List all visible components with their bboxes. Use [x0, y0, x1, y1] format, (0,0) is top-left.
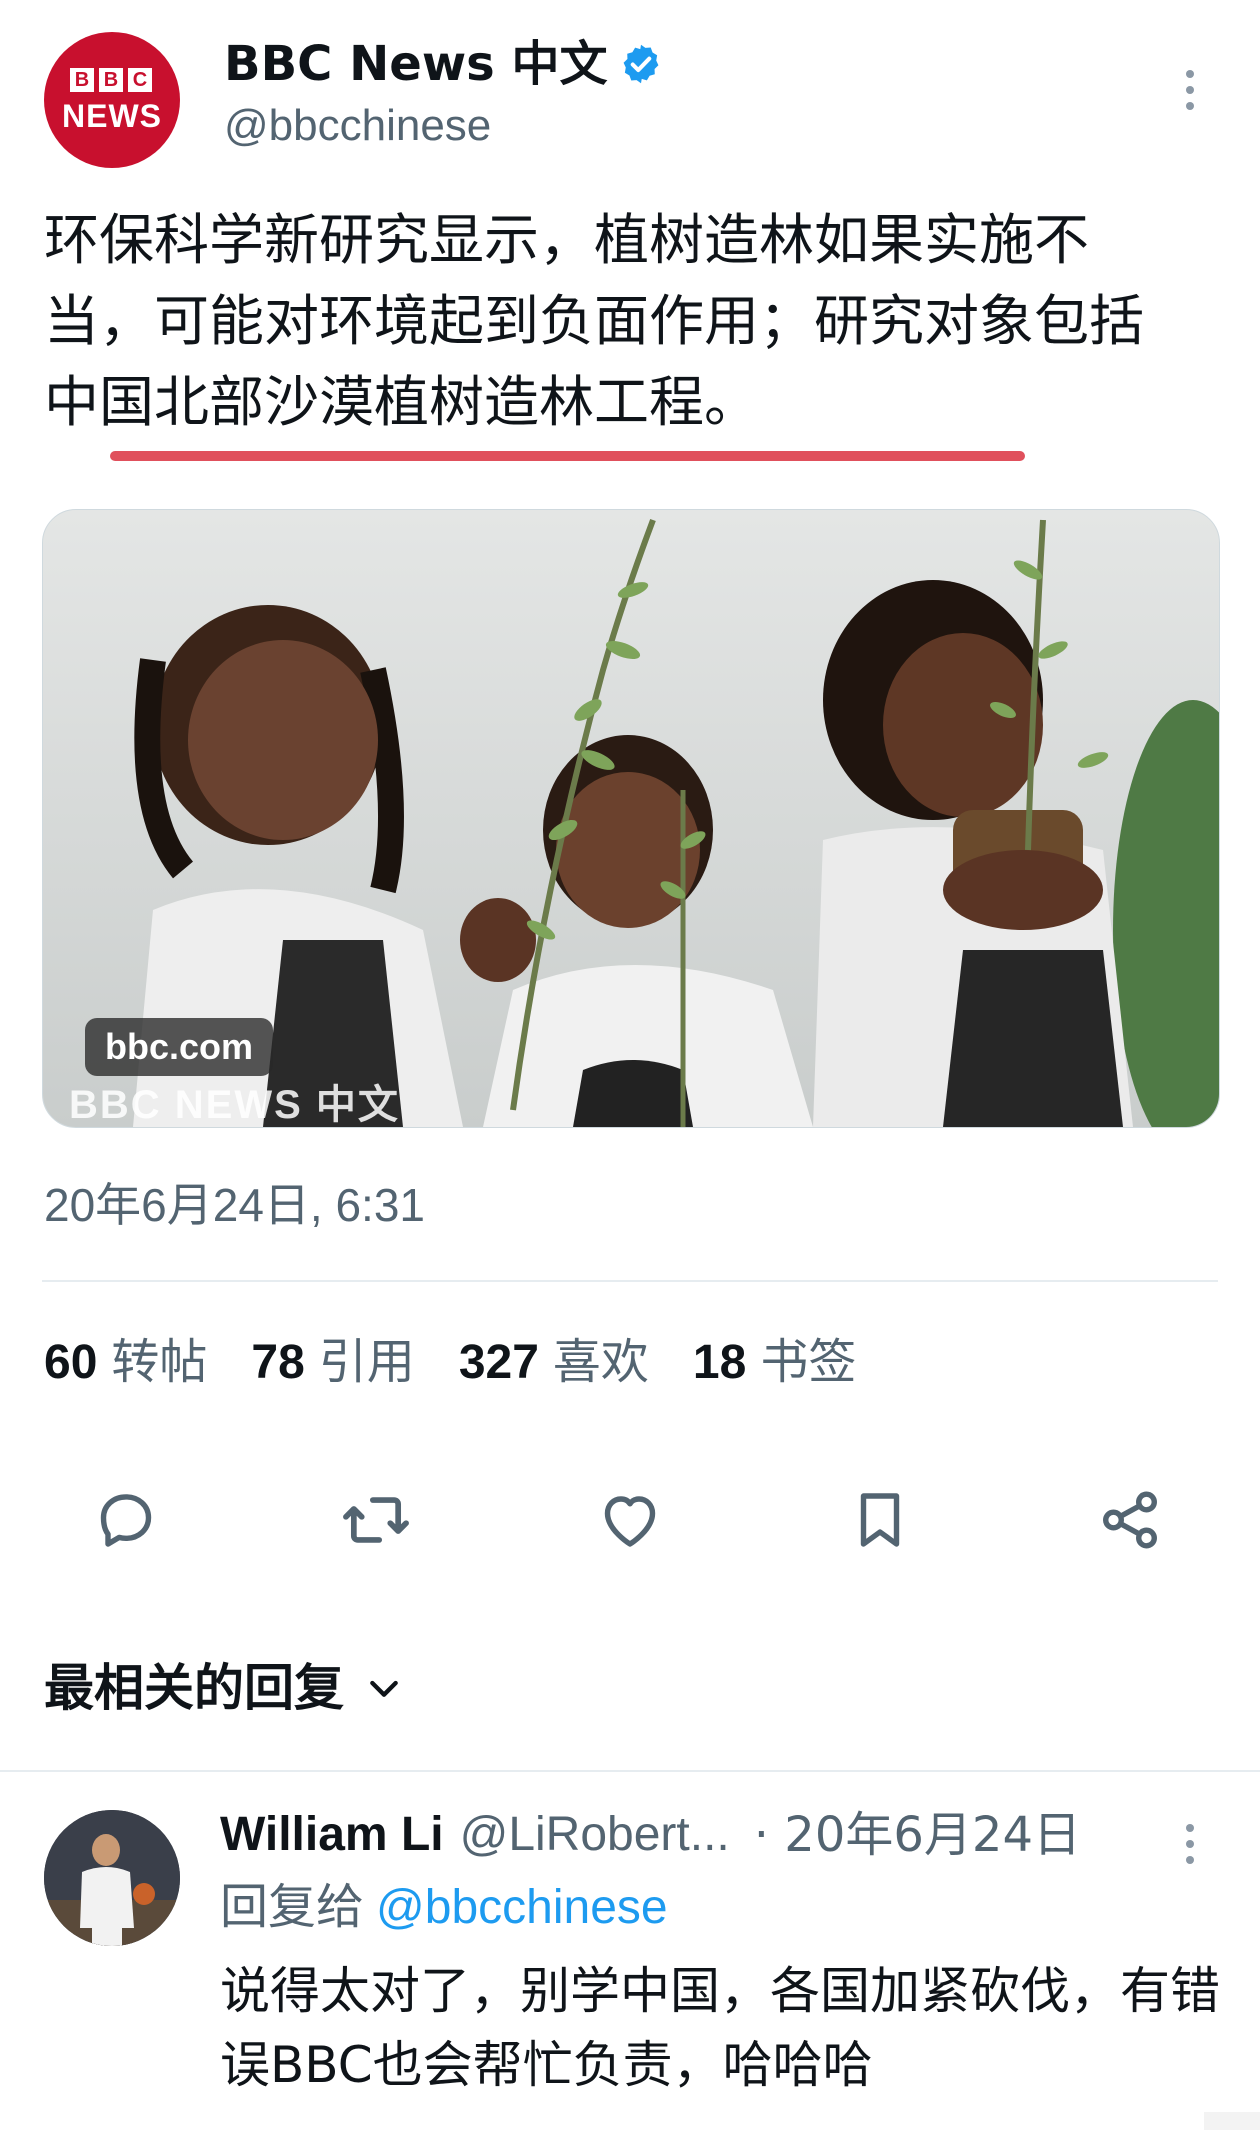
- author-handle[interactable]: @bbcchinese: [224, 98, 491, 154]
- reply-to-label: 回复给: [220, 1879, 365, 1935]
- stat-retweets[interactable]: 60 转帖: [44, 1332, 207, 1393]
- bbc-logo-word: NEWS: [62, 98, 162, 134]
- chevron-down-icon: [370, 1680, 398, 1697]
- stat-bookmarks[interactable]: 18 书签: [693, 1332, 856, 1393]
- author-avatar[interactable]: B B C NEWS: [44, 32, 180, 168]
- reply-date[interactable]: · 20年6月24日: [754, 1804, 1081, 1866]
- reply-icon: [100, 1494, 152, 1547]
- media-source-badge[interactable]: bbc.com: [85, 1018, 274, 1076]
- bbc-letter: B: [70, 68, 94, 92]
- highlight-underline: [110, 451, 1025, 461]
- tweet-timestamp[interactable]: 20年6月24日, 6:31: [44, 1176, 425, 1234]
- reply-to-line: 回复给 @bbcchinese: [220, 1876, 668, 1939]
- replies-sort-label: 最相关的回复: [44, 1659, 344, 1717]
- like-icon: [604, 1496, 656, 1547]
- share-button[interactable]: [1090, 1480, 1170, 1560]
- engagement-stats: 60 转帖 78 引用 327 喜欢 18 书签: [44, 1332, 856, 1393]
- media-watermark: BBC NEWS 中文: [69, 1083, 400, 1127]
- bbc-letter: B: [99, 68, 123, 92]
- reply-author-handle[interactable]: @LiRobert...: [460, 1804, 730, 1866]
- reply-author-name[interactable]: William Li: [220, 1804, 444, 1866]
- verified-badge-icon: [624, 44, 659, 84]
- bookmark-button[interactable]: [840, 1480, 920, 1560]
- action-bar: [0, 1480, 1260, 1560]
- stat-quotes[interactable]: 78 引用: [251, 1332, 414, 1393]
- corner-artifact: [1204, 2112, 1260, 2130]
- like-button[interactable]: [590, 1480, 670, 1560]
- retweet-icon: [343, 1497, 409, 1543]
- bbc-letter: C: [128, 68, 152, 92]
- reply-header: William Li @LiRobert... · 20年6月24日: [220, 1804, 1081, 1866]
- reply-button[interactable]: [86, 1480, 166, 1560]
- divider: [0, 1770, 1260, 1772]
- author-name-row[interactable]: BBC News 中文: [224, 36, 663, 92]
- tweet-media-image[interactable]: bbc.com BBC NEWS 中文: [42, 509, 1220, 1128]
- replies-sort-dropdown[interactable]: 最相关的回复: [44, 1656, 404, 1720]
- retweet-button[interactable]: [336, 1480, 416, 1560]
- basketball-player-avatar-image: [44, 1810, 180, 1946]
- share-icon: [1103, 1491, 1157, 1549]
- reply-more-options-icon[interactable]: [1170, 1814, 1210, 1874]
- reply-to-mention[interactable]: @bbcchinese: [376, 1881, 668, 1934]
- reply-text: 说得太对了，别学中国，各国加紧砍伐，有错误BBC也会帮忙负责，哈哈哈: [220, 1962, 1220, 2094]
- author-name[interactable]: BBC News 中文: [224, 36, 607, 92]
- bookmark-icon: [860, 1493, 900, 1547]
- tweet-text: 环保科学新研究显示，植树造林如果实施不当，可能对环境起到负面作用；研究对象包括中…: [44, 208, 1145, 434]
- divider: [42, 1280, 1218, 1282]
- more-options-icon[interactable]: [1170, 60, 1210, 120]
- stat-likes[interactable]: 327 喜欢: [459, 1332, 649, 1393]
- reply-avatar[interactable]: [44, 1810, 180, 1946]
- bbc-logo-blocks: B B C: [70, 68, 152, 92]
